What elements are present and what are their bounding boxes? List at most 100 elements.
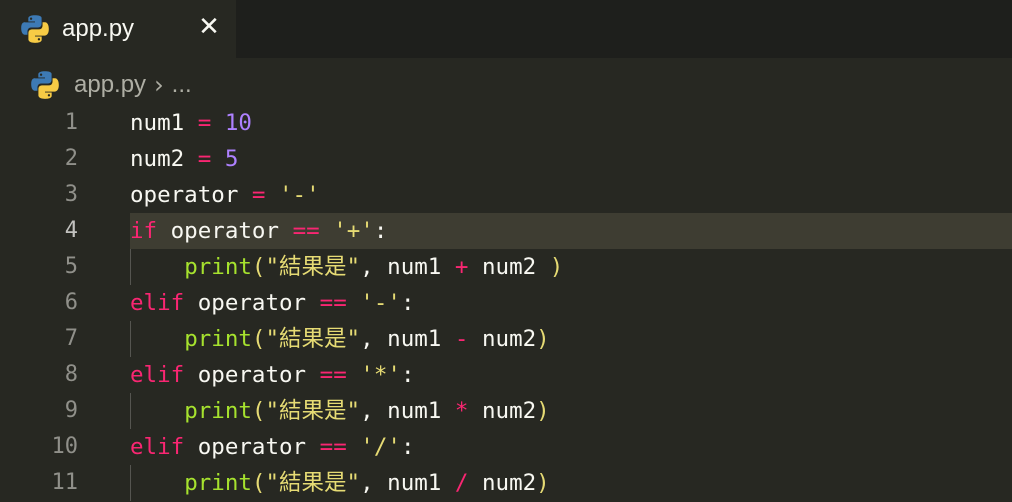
code-line[interactable]: 9 print("結果是", num1 * num2) bbox=[0, 393, 1012, 429]
code-text: elif operator == '/': bbox=[130, 429, 414, 465]
breadcrumb-more[interactable]: ... bbox=[172, 71, 192, 99]
code-text: elif operator == '*': bbox=[130, 357, 414, 393]
line-number: 3 bbox=[64, 182, 78, 207]
token: "結果是" bbox=[265, 254, 361, 280]
token: , num1 bbox=[360, 470, 455, 496]
code-line[interactable]: 3 operator = '-' bbox=[0, 177, 1012, 213]
token: , num1 bbox=[360, 254, 455, 280]
line-number: 9 bbox=[64, 398, 78, 423]
code-line[interactable]: 7 print("結果是", num1 - num2) bbox=[0, 321, 1012, 357]
code-line[interactable]: 6 elif operator == '-': bbox=[0, 285, 1012, 321]
line-number: 4 bbox=[64, 218, 78, 243]
code-line-current[interactable]: 4 if operator == '+': bbox=[0, 213, 1012, 249]
token: ( bbox=[251, 254, 266, 280]
token: == bbox=[319, 434, 347, 460]
tab-label: app.py bbox=[62, 15, 135, 42]
token: 10 bbox=[224, 110, 252, 136]
token: == bbox=[292, 218, 320, 244]
token: elif bbox=[130, 290, 185, 316]
line-number: 2 bbox=[64, 146, 78, 171]
token: num2 bbox=[468, 254, 550, 280]
token: = bbox=[238, 182, 280, 208]
token: ) bbox=[536, 326, 550, 352]
token: : bbox=[400, 362, 415, 388]
token: ) bbox=[536, 398, 550, 424]
token: "結果是" bbox=[265, 470, 361, 496]
token: num2 bbox=[468, 326, 537, 352]
token: = bbox=[184, 110, 225, 136]
code-line[interactable]: 10 elif operator == '/': bbox=[0, 429, 1012, 465]
code-editor[interactable]: 1 num1 = 10 2 num2 = 5 3 operator = '-' … bbox=[0, 105, 1012, 502]
token: "結果是" bbox=[265, 326, 361, 352]
python-file-icon bbox=[31, 71, 59, 99]
token: operator bbox=[184, 362, 320, 388]
token: / bbox=[454, 470, 469, 496]
token: '-' bbox=[360, 290, 401, 316]
code-line[interactable]: 1 num1 = 10 bbox=[0, 105, 1012, 141]
token: ) bbox=[549, 254, 564, 280]
token: 5 bbox=[224, 146, 239, 172]
token: elif bbox=[130, 362, 185, 388]
token: elif bbox=[130, 434, 185, 460]
token: '*' bbox=[360, 362, 401, 388]
token: if bbox=[130, 218, 158, 244]
token: num1 bbox=[130, 110, 185, 136]
token: == bbox=[319, 362, 347, 388]
code-text: if operator == '+': bbox=[130, 213, 387, 249]
token: print bbox=[184, 254, 252, 280]
close-icon[interactable]: ✕ bbox=[196, 14, 222, 40]
token: : bbox=[400, 434, 415, 460]
token: , num1 bbox=[360, 326, 455, 352]
token: == bbox=[319, 290, 347, 316]
tab-app-py[interactable]: app.py ✕ bbox=[0, 0, 236, 58]
code-text: operator = '-' bbox=[130, 177, 320, 213]
token: : bbox=[373, 218, 388, 244]
token: ) bbox=[536, 470, 550, 496]
code-line[interactable]: 8 elif operator == '*': bbox=[0, 357, 1012, 393]
breadcrumb-file[interactable]: app.py bbox=[74, 71, 146, 99]
token: , num1 bbox=[360, 398, 455, 424]
line-number: 6 bbox=[64, 290, 78, 315]
token: ( bbox=[251, 326, 266, 352]
line-number: 5 bbox=[64, 254, 78, 279]
code-text: print("結果是", num1 - num2) bbox=[130, 321, 550, 357]
token: '/' bbox=[360, 434, 401, 460]
token: operator bbox=[184, 290, 320, 316]
token: operator bbox=[184, 434, 320, 460]
line-number: 8 bbox=[64, 362, 78, 387]
code-text: num1 = 10 bbox=[130, 105, 252, 141]
code-text: print("結果是", num1 * num2) bbox=[130, 393, 550, 429]
token: print bbox=[184, 470, 252, 496]
breadcrumb: app.py › ... bbox=[28, 66, 192, 104]
code-line[interactable]: 2 num2 = 5 bbox=[0, 141, 1012, 177]
code-text: num2 = 5 bbox=[130, 141, 238, 177]
token: * bbox=[454, 398, 469, 424]
token: '-' bbox=[279, 182, 320, 208]
code-text: print("結果是", num1 / num2) bbox=[130, 465, 550, 501]
line-number: 1 bbox=[64, 110, 78, 135]
line-number: 11 bbox=[51, 470, 79, 495]
token: operator bbox=[130, 182, 239, 208]
tab-bar: app.py ✕ bbox=[0, 0, 1012, 58]
token: : bbox=[400, 290, 415, 316]
token: ( bbox=[251, 470, 266, 496]
code-line[interactable]: 11 print("結果是", num1 / num2) bbox=[0, 465, 1012, 501]
token: operator bbox=[157, 218, 293, 244]
token: num2 bbox=[468, 470, 537, 496]
line-number: 7 bbox=[64, 326, 78, 351]
code-text: print("結果是", num1 + num2 ) bbox=[130, 249, 563, 285]
code-text: elif operator == '-': bbox=[130, 285, 414, 321]
line-number: 10 bbox=[51, 434, 79, 459]
code-line[interactable]: 5 print("結果是", num1 + num2 ) bbox=[0, 249, 1012, 285]
chevron-right-icon: › bbox=[154, 71, 164, 99]
python-file-icon bbox=[21, 15, 49, 43]
token: num2 bbox=[468, 398, 537, 424]
